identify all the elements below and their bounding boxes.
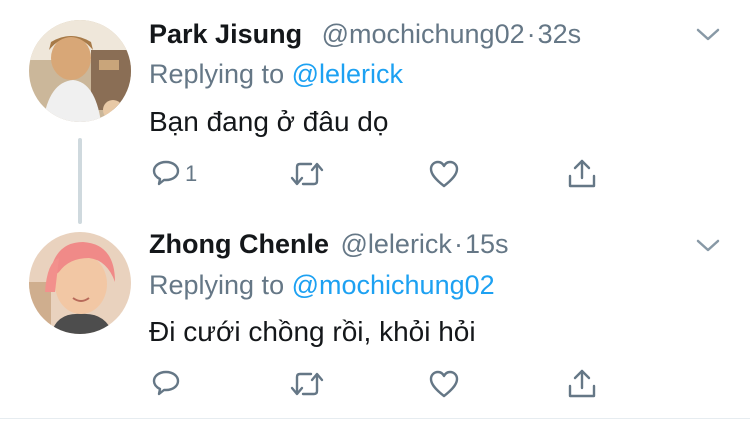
reply-button[interactable] [151,365,185,403]
tweet-header: Zhong Chenle @lelerick·15s [149,228,508,260]
share-button[interactable] [566,155,598,193]
share-button[interactable] [566,365,598,403]
like-button[interactable] [428,365,460,403]
reply-icon [152,370,180,396]
chevron-down-icon[interactable] [693,235,723,255]
timestamp[interactable]: 15s [465,229,509,259]
display-name[interactable]: Park Jisung [149,19,302,49]
mention-link[interactable]: @mochichung02 [292,270,495,300]
chevron-down-icon[interactable] [693,24,723,44]
reply-button[interactable]: 1 [151,155,197,193]
reply-icon [152,160,180,186]
display-name[interactable]: Zhong Chenle [149,229,329,259]
share-icon [568,369,596,398]
mention-link[interactable]: @lelerick [292,59,403,89]
replying-prefix: Replying to [149,270,285,300]
retweet-icon [290,162,324,186]
replying-prefix: Replying to [149,59,285,89]
separator: · [453,229,463,259]
retweet-button[interactable] [289,365,325,403]
reply-count: 1 [185,161,198,186]
tweet[interactable]: Park Jisung @mochichung02·32s Replying t… [0,0,750,224]
tweet[interactable]: Zhong Chenle @lelerick·15s Replying to @… [0,205,750,418]
avatar[interactable] [29,232,131,334]
retweet-icon [290,372,324,396]
replying-to: Replying to @mochichung02 [149,269,495,301]
like-button[interactable] [428,155,460,193]
tweet-text: Đi cưới chồng rồi, khỏi hỏi [149,316,476,347]
replying-to: Replying to @lelerick [149,58,403,90]
user-handle[interactable]: @lelerick [341,229,452,259]
heart-icon [429,160,459,188]
timestamp[interactable]: 32s [538,19,582,49]
tweet-text: Bạn đang ở đâu dọ [149,106,389,137]
tweet-header: Park Jisung @mochichung02·32s [149,18,581,50]
share-icon [568,159,596,188]
divider [0,418,750,419]
retweet-button[interactable] [289,155,325,193]
separator: · [526,19,536,49]
user-handle[interactable]: @mochichung02 [322,19,525,49]
avatar[interactable] [29,20,131,122]
heart-icon [429,370,459,398]
